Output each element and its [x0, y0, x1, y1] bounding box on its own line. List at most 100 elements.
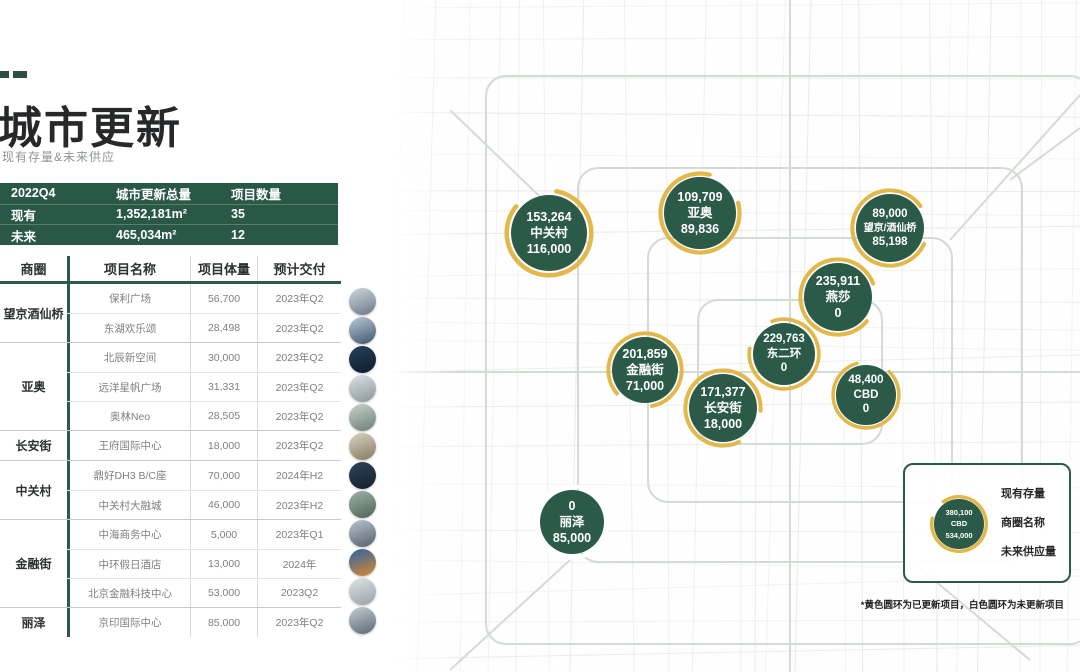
project-volume: 5,000: [190, 520, 257, 549]
existing-stock-value: 171,377: [700, 384, 745, 400]
project-delivery: 2023年Q2: [257, 314, 341, 342]
project-thumbnail: [349, 578, 376, 605]
project-thumbnail: [349, 607, 376, 634]
future-supply-value: 85,198: [872, 235, 907, 250]
marker-text: 48,400 CBD 0: [831, 360, 901, 430]
header-district: 商圈: [0, 256, 67, 281]
map-marker-zhongguancun: 153,264 中关村 116,000: [504, 188, 594, 278]
table-row: 东湖欢乐颂 28,498 2023年Q2: [67, 313, 341, 342]
project-name: 保利广场: [67, 284, 190, 313]
legend-label-existing: 现有存量: [1001, 485, 1056, 501]
projects-table-header: 商圈 项目名称 项目体量 预计交付: [0, 256, 341, 284]
district-name: 丽泽: [559, 514, 584, 530]
project-volume: 18,000: [190, 431, 257, 460]
project-delivery: 2023年Q2: [257, 402, 341, 430]
table-row: 保利广场 56,700 2023年Q2: [67, 284, 341, 313]
map-legend: 380,100 CBD 534,000 现有存量 商圈名称 未来供应量: [903, 463, 1071, 583]
project-name: 王府国际中心: [67, 431, 190, 460]
future-supply-value: 0: [863, 402, 869, 417]
district-name: 中关村: [530, 225, 568, 241]
marker-text: 109,709 亚奥 89,836: [658, 171, 742, 255]
summary-future-count: 12: [220, 224, 338, 245]
marker-text: 380,100 CBD 534,000: [930, 495, 988, 553]
legend-district-name: CBD: [951, 518, 967, 529]
table-row: 远洋星帆广场 31,331 2023年Q2: [67, 372, 341, 401]
future-supply-value: 18,000: [704, 416, 742, 432]
district-group-wangjing: 望京酒仙桥 保利广场 56,700 2023年Q2 东湖欢乐颂 28,498 2…: [0, 284, 341, 342]
slide-urban-renewal: 153,264 中关村 116,000 109,709 亚奥 89,836 89…: [0, 0, 1080, 672]
project-delivery: 2024年H2: [257, 461, 341, 490]
beijing-road-map: 153,264 中关村 116,000 109,709 亚奥 89,836 89…: [390, 0, 1080, 672]
table-row: 北京金融科技中心 53,000 2023Q2: [67, 578, 341, 607]
header-delivery: 预计交付: [257, 256, 341, 281]
map-footnote: *黄色圆环为已更新项目，白色圆环为未更新项目: [861, 597, 1064, 611]
district-label: 亚奥: [0, 343, 67, 430]
table-row: 奥林Neo 28,505 2023年Q2: [67, 401, 341, 430]
summary-table: 2022Q4 城市更新总量 项目数量 现有 1,352,181m² 35 未来 …: [0, 183, 338, 245]
project-name: 中关村大融城: [67, 491, 190, 519]
existing-stock-value: 89,000: [872, 207, 907, 222]
map-marker-changanjie: 171,377 长安街 18,000: [683, 368, 763, 448]
summary-existing-count: 35: [220, 204, 338, 225]
project-delivery: 2023年Q2: [257, 431, 341, 460]
project-thumbnail: [349, 462, 376, 489]
project-volume: 28,505: [190, 402, 257, 430]
district-name: 东二环: [767, 347, 802, 362]
project-name: 京印国际中心: [67, 608, 190, 637]
existing-stock-value: 109,709: [677, 189, 722, 205]
marker-text: 0 丽泽 85,000: [534, 484, 610, 560]
district-label: 金融街: [0, 520, 67, 607]
map-marker-wangjing-jiuxianqiao: 89,000 望京/酒仙桥 85,198: [850, 188, 930, 268]
table-row: 中海商务中心 5,000 2023年Q1: [67, 520, 341, 549]
district-group-zhongguancun: 中关村 鼎好DH3 B/C座 70,000 2024年H2 中关村大融城 46,…: [0, 460, 341, 519]
summary-row-label: 现有: [0, 204, 105, 225]
project-thumbnail: [349, 375, 376, 402]
project-delivery: 2023年Q2: [257, 284, 341, 313]
project-name: 北辰新空间: [67, 343, 190, 372]
project-volume: 85,000: [190, 608, 257, 637]
district-name: CBD: [854, 388, 879, 403]
future-supply-value: 71,000: [626, 378, 664, 394]
marker-text: 171,377 长安街 18,000: [683, 368, 763, 448]
project-name: 远洋星帆广场: [67, 373, 190, 401]
project-name: 北京金融科技中心: [67, 579, 190, 607]
map-marker-yaao: 109,709 亚奥 89,836: [658, 171, 742, 255]
summary-quarter: 2022Q4: [0, 183, 105, 204]
existing-stock-value: 153,264: [526, 209, 571, 225]
summary-existing-total: 1,352,181m²: [105, 204, 220, 225]
project-thumbnail: [349, 317, 376, 344]
district-label: 中关村: [0, 461, 67, 519]
future-supply-value: 89,836: [681, 221, 719, 237]
project-thumbnail: [349, 346, 376, 373]
project-delivery: 2023年Q2: [257, 373, 341, 401]
existing-stock-value: 235,911: [816, 273, 861, 289]
existing-stock-value: 201,859: [622, 346, 667, 362]
project-volume: 31,331: [190, 373, 257, 401]
district-name: 望京/酒仙桥: [864, 222, 917, 235]
future-supply-value: 0: [781, 361, 787, 376]
district-name: 金融街: [626, 362, 664, 378]
marker-text: 153,264 中关村 116,000: [504, 188, 594, 278]
legend-existing-value: 380,100: [945, 507, 972, 518]
project-volume: 13,000: [190, 550, 257, 578]
existing-stock-value: 48,400: [848, 373, 883, 388]
district-name: 燕莎: [825, 289, 850, 305]
summary-col-count: 项目数量: [220, 183, 338, 204]
project-thumbnail: [349, 520, 376, 547]
existing-stock-value: 229,763: [763, 332, 805, 347]
project-name: 奥林Neo: [67, 402, 190, 430]
district-label: 长安街: [0, 431, 67, 460]
legend-label-future: 未来供应量: [1001, 543, 1056, 559]
legend-sample-marker: 380,100 CBD 534,000: [930, 495, 988, 553]
header-volume: 项目体量: [190, 256, 257, 281]
projects-table: 商圈 项目名称 项目体量 预计交付 望京酒仙桥 保利广场 56,700 2023…: [0, 256, 341, 637]
project-delivery: 2023Q2: [257, 579, 341, 607]
future-supply-value: 116,000: [527, 241, 572, 257]
summary-future-total: 465,034m²: [105, 224, 220, 245]
project-volume: 53,000: [190, 579, 257, 607]
project-volume: 28,498: [190, 314, 257, 342]
district-group-changanjie: 长安街 王府国际中心 18,000 2023年Q2: [0, 430, 341, 460]
existing-stock-value: 0: [569, 498, 576, 514]
project-name: 中环假日酒店: [67, 550, 190, 578]
district-name: 长安街: [704, 400, 742, 416]
